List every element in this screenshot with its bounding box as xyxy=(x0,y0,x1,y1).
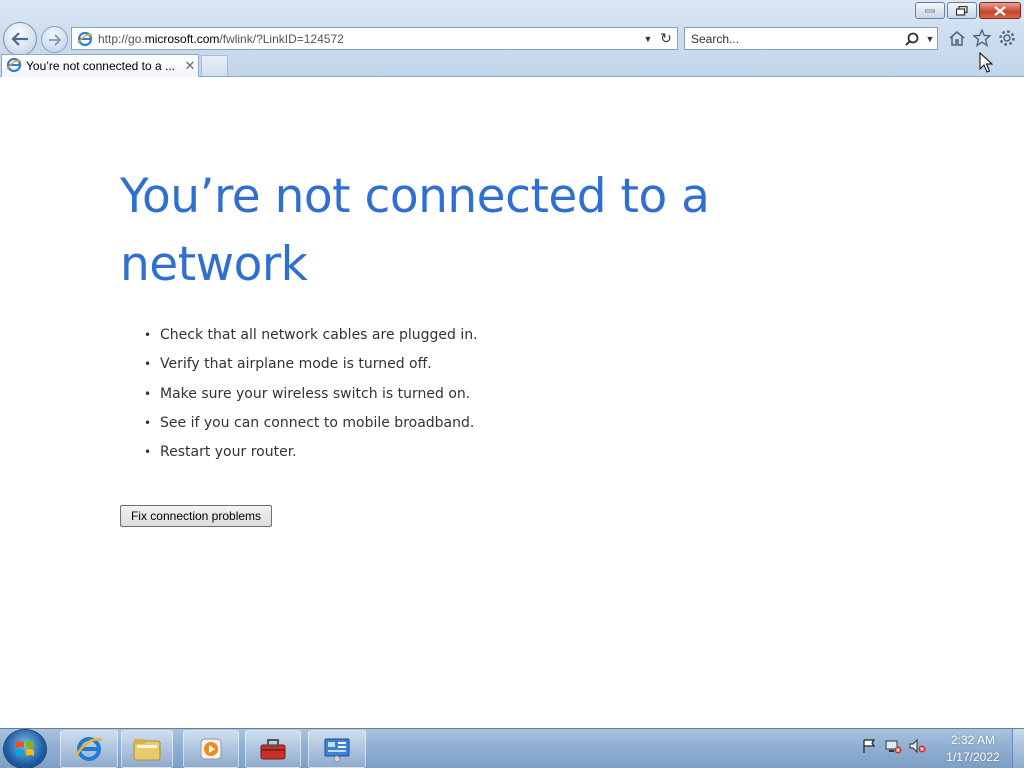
taskbar-media-player[interactable] xyxy=(183,730,239,768)
network-disconnected-icon[interactable] xyxy=(884,737,902,755)
back-arrow-icon xyxy=(11,32,28,46)
tools-gear-icon[interactable] xyxy=(997,28,1017,48)
bullet: • xyxy=(144,445,152,460)
bullet: • xyxy=(144,386,152,401)
tip-text: Make sure your wireless switch is turned… xyxy=(160,385,471,402)
toolbox-icon xyxy=(260,739,286,760)
system-tray xyxy=(860,737,926,755)
action-center-flag-icon[interactable] xyxy=(860,737,878,755)
restore-icon xyxy=(956,5,968,16)
close-icon xyxy=(994,5,1006,16)
new-tab-button[interactable] xyxy=(201,55,228,76)
address-bar[interactable]: http://go.microsoft.com/fwlink/?LinkID=1… xyxy=(71,27,678,50)
list-item: • Verify that airplane mode is turned off… xyxy=(144,354,478,383)
show-desktop-button[interactable] xyxy=(1012,729,1024,768)
windows-logo-icon xyxy=(16,741,34,756)
list-item: • See if you can connect to mobile broadb… xyxy=(144,413,478,442)
refresh-icon[interactable]: ↻ xyxy=(655,30,677,47)
bullet: • xyxy=(144,357,152,372)
minimize-icon xyxy=(925,9,935,12)
search-box: ▼ xyxy=(684,27,938,50)
toolbar-icons xyxy=(947,28,1017,48)
tab-close-icon[interactable]: ✕ xyxy=(182,58,198,74)
mouse-cursor-icon xyxy=(979,51,994,77)
restore-button[interactable] xyxy=(947,2,977,19)
internet-explorer-icon xyxy=(74,737,103,761)
fix-connection-problems-button[interactable]: Fix connection problems xyxy=(120,505,272,527)
tip-text: See if you can connect to mobile broadba… xyxy=(160,414,475,431)
tab-title: You’re not connected to a ... xyxy=(26,59,175,73)
taskbar-clock[interactable]: 2:32 AM 1/17/2022 xyxy=(938,732,1008,766)
taskbar-toolbox[interactable] xyxy=(245,730,301,768)
close-window-button[interactable] xyxy=(979,2,1021,19)
ie-page-icon xyxy=(77,31,93,47)
forward-arrow-icon xyxy=(48,33,61,46)
url-path: /fwlink/?LinkID=124572 xyxy=(219,31,344,46)
clock-date: 1/17/2022 xyxy=(946,750,1000,764)
troubleshooting-list: • Check that all network cables are plugg… xyxy=(144,325,478,471)
folder-icon xyxy=(133,739,161,761)
minimize-button[interactable] xyxy=(915,2,945,19)
tab-active[interactable]: You’re not connected to a ... ✕ xyxy=(1,54,199,77)
taskbar-windows-explorer[interactable] xyxy=(121,730,173,768)
address-dropdown-icon[interactable]: ▼ xyxy=(641,34,655,44)
search-dropdown-icon[interactable]: ▼ xyxy=(923,34,937,44)
tab-ie-icon xyxy=(6,57,22,76)
browser-chrome: http://go.microsoft.com/fwlink/?LinkID=1… xyxy=(0,0,1024,77)
back-button[interactable] xyxy=(3,22,37,56)
taskbar: 2:32 AM 1/17/2022 xyxy=(0,728,1024,768)
bullet: • xyxy=(144,415,152,430)
list-item: • Check that all network cables are plugg… xyxy=(144,325,478,354)
bullet: • xyxy=(144,328,152,342)
volume-muted-icon[interactable] xyxy=(908,737,926,755)
search-icon[interactable] xyxy=(901,32,923,46)
taskbar-control-panel[interactable] xyxy=(308,730,366,768)
tip-text: Check that all network cables are plugge… xyxy=(160,327,478,343)
forward-button[interactable] xyxy=(41,26,68,53)
search-input[interactable] xyxy=(685,31,901,46)
tip-text: Verify that airplane mode is turned off. xyxy=(160,356,432,373)
media-player-icon xyxy=(200,738,222,760)
favorites-star-icon[interactable] xyxy=(972,28,992,48)
page-headline: You’re not connected to a network xyxy=(120,169,710,292)
list-item: • Restart your router. xyxy=(144,442,478,471)
control-panel-icon xyxy=(324,738,350,763)
list-item: • Make sure your wireless switch is turne… xyxy=(144,384,478,413)
page-content: You’re not connected to a network • Check… xyxy=(0,78,1024,728)
clock-time: 2:32 AM xyxy=(950,733,996,747)
taskbar-internet-explorer[interactable] xyxy=(60,730,118,768)
url-domain: microsoft.com xyxy=(144,31,220,46)
tip-text: Restart your router. xyxy=(160,444,297,461)
home-icon[interactable] xyxy=(947,28,967,48)
url-prefix: http://go. xyxy=(98,31,145,46)
start-button[interactable] xyxy=(4,730,46,768)
address-url[interactable]: http://go.microsoft.com/fwlink/?LinkID=1… xyxy=(98,32,641,46)
window-controls xyxy=(915,2,1021,19)
